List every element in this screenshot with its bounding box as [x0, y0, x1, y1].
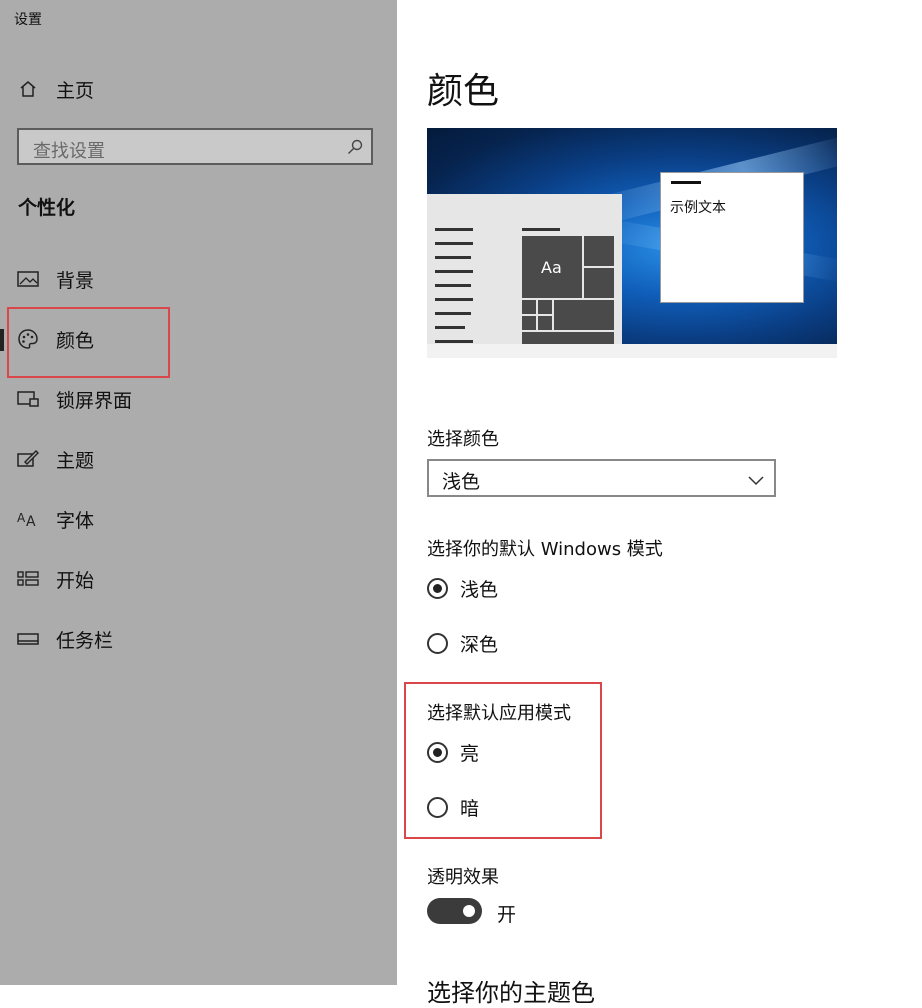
search-icon[interactable] [347, 139, 363, 159]
transparency-toggle[interactable] [427, 898, 482, 924]
section-title: 个性化 [18, 197, 76, 219]
taskbar-icon [16, 627, 40, 651]
preview-start-menu: Aa [427, 194, 622, 344]
sidebar-item-taskbar[interactable]: 任务栏 [0, 617, 397, 661]
nav-home[interactable]: 主页 [0, 67, 397, 111]
svg-text:A: A [17, 511, 26, 525]
chevron-down-icon [748, 471, 764, 490]
windows-mode-light-radio[interactable]: 浅色 [427, 573, 498, 603]
font-icon: AA [16, 507, 40, 531]
sidebar-item-label: 背景 [56, 269, 95, 292]
sidebar-item-label: 字体 [56, 509, 95, 532]
radio-indicator [427, 632, 448, 654]
highlight-box [7, 307, 170, 378]
sidebar-item-label: 任务栏 [56, 629, 114, 652]
lock-screen-icon [16, 387, 40, 411]
image-icon [16, 267, 40, 291]
toggle-knob [463, 905, 475, 917]
page-title: 颜色 [427, 71, 500, 112]
choose-color-label: 选择颜色 [427, 429, 499, 450]
radio-label: 深色 [460, 633, 499, 656]
sidebar-item-themes[interactable]: 主题 [0, 437, 397, 481]
nav-home-label: 主页 [56, 79, 95, 102]
windows-mode-label: 选择你的默认 Windows 模式 [427, 539, 663, 560]
choose-color-value: 浅色 [442, 471, 481, 493]
windows-mode-dark-radio[interactable]: 深色 [427, 628, 498, 658]
preview-tile-text: Aa [541, 258, 562, 277]
sidebar: 设置 主页 查找设置 个性化 背景 颜色 锁屏界面 主题 A A 字体 开始 任… [0, 0, 397, 985]
sidebar-item-label: 锁屏界面 [56, 389, 133, 412]
app-title: 设置 [14, 12, 42, 28]
search-box[interactable]: 查找设置 [17, 128, 373, 165]
sidebar-item-background[interactable]: 背景 [0, 257, 397, 301]
sidebar-item-label: 主题 [56, 449, 95, 472]
sidebar-item-fonts[interactable]: AA 字体 [0, 497, 397, 541]
brush-icon [16, 447, 40, 471]
radio-label: 浅色 [460, 578, 499, 601]
search-placeholder: 查找设置 [33, 141, 105, 162]
home-icon [16, 77, 40, 101]
sidebar-item-label: 开始 [56, 569, 95, 592]
color-preview: Aa 示例文本 [427, 128, 837, 358]
highlight-box [404, 682, 602, 839]
choose-color-dropdown[interactable]: 浅色 [427, 459, 776, 497]
svg-text:A: A [26, 514, 36, 528]
transparency-state: 开 [497, 904, 517, 926]
accent-color-heading: 选择你的主题色 [427, 979, 595, 1007]
transparency-label: 透明效果 [427, 867, 499, 888]
preview-window: 示例文本 [660, 172, 804, 303]
main-panel: 颜色 Aa 示例文本 选择颜色 浅色 选择你的默认 Windows 模式 浅色 … [397, 0, 922, 1007]
sidebar-item-lock-screen[interactable]: 锁屏界面 [0, 377, 397, 421]
sidebar-item-start[interactable]: 开始 [0, 557, 397, 601]
start-icon [16, 567, 40, 591]
radio-indicator [427, 577, 448, 599]
preview-sample-text: 示例文本 [670, 200, 726, 216]
